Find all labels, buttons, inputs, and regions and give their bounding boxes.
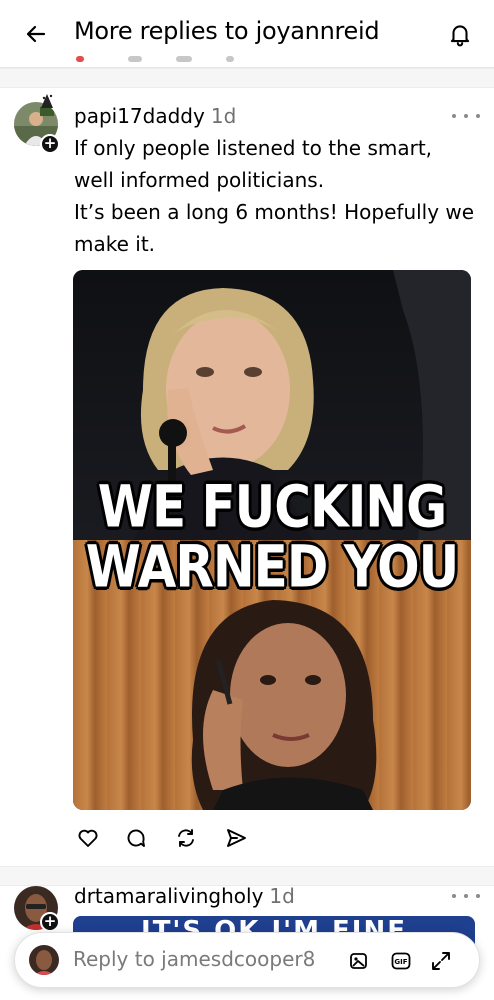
post-time: 1d (269, 884, 295, 908)
back-button[interactable] (16, 14, 56, 54)
expand-composer-button[interactable] (427, 947, 455, 975)
thread-divider (0, 866, 494, 886)
like-button[interactable] (74, 824, 102, 852)
share-button[interactable] (222, 824, 250, 852)
attach-image-button[interactable] (345, 947, 373, 975)
username-text[interactable]: papi17daddy (74, 104, 205, 128)
svg-text:GIF: GIF (394, 958, 407, 966)
top-bar: More replies to joyannreid (0, 0, 494, 68)
comment-button[interactable] (122, 824, 150, 852)
my-avatar (29, 945, 59, 975)
follow-plus-icon[interactable]: + (40, 134, 60, 154)
post-time: 1d (210, 104, 237, 128)
meme-caption-line-1: WE FUCKING (97, 473, 447, 541)
page-title: More replies to joyannreid (74, 17, 380, 45)
reply-input[interactable]: Reply to jamesdcooper8 (73, 947, 315, 971)
more-options-button[interactable] (452, 106, 480, 126)
bell-icon (450, 25, 470, 47)
attach-gif-button[interactable]: GIF (387, 947, 415, 975)
post-image[interactable]: WE FUCKING WARNED YOU (73, 270, 471, 810)
post-text-line: If only people listened to the smart, (74, 136, 433, 160)
repost-icon (178, 829, 194, 847)
post-text-line: well informed politicians. (74, 168, 325, 192)
repost-button[interactable] (172, 824, 200, 852)
share-icon (227, 829, 246, 847)
meme-caption-line-2: WARNED YOU (85, 533, 460, 601)
gif-icon: GIF (391, 952, 411, 970)
follow-plus-icon[interactable]: + (40, 912, 60, 932)
party-hat-icon (38, 92, 56, 110)
thread-divider (0, 68, 494, 88)
heart-icon (78, 829, 98, 847)
image-icon (350, 953, 367, 969)
expand-icon (432, 952, 450, 970)
post-text-line: make it. (74, 232, 156, 256)
username-text[interactable]: drtamaralivingholy (74, 884, 263, 908)
post-text-line: It’s been a long 6 months! Hopefully we (74, 200, 475, 224)
post-username[interactable]: drtamaralivingholy 1d (74, 884, 295, 908)
reply-composer[interactable]: Reply to jamesdcooper8 GIF (14, 932, 480, 988)
post-username[interactable]: papi17daddy 1d (74, 104, 236, 128)
arrow-left-icon (26, 25, 46, 43)
more-options-button[interactable] (452, 886, 480, 906)
post-body: If only people listened to the smart, we… (74, 132, 486, 260)
previous-post-actions-peek (0, 56, 494, 68)
post-actions (74, 824, 274, 854)
notification-button[interactable] (440, 14, 480, 54)
comment-icon (127, 829, 145, 847)
